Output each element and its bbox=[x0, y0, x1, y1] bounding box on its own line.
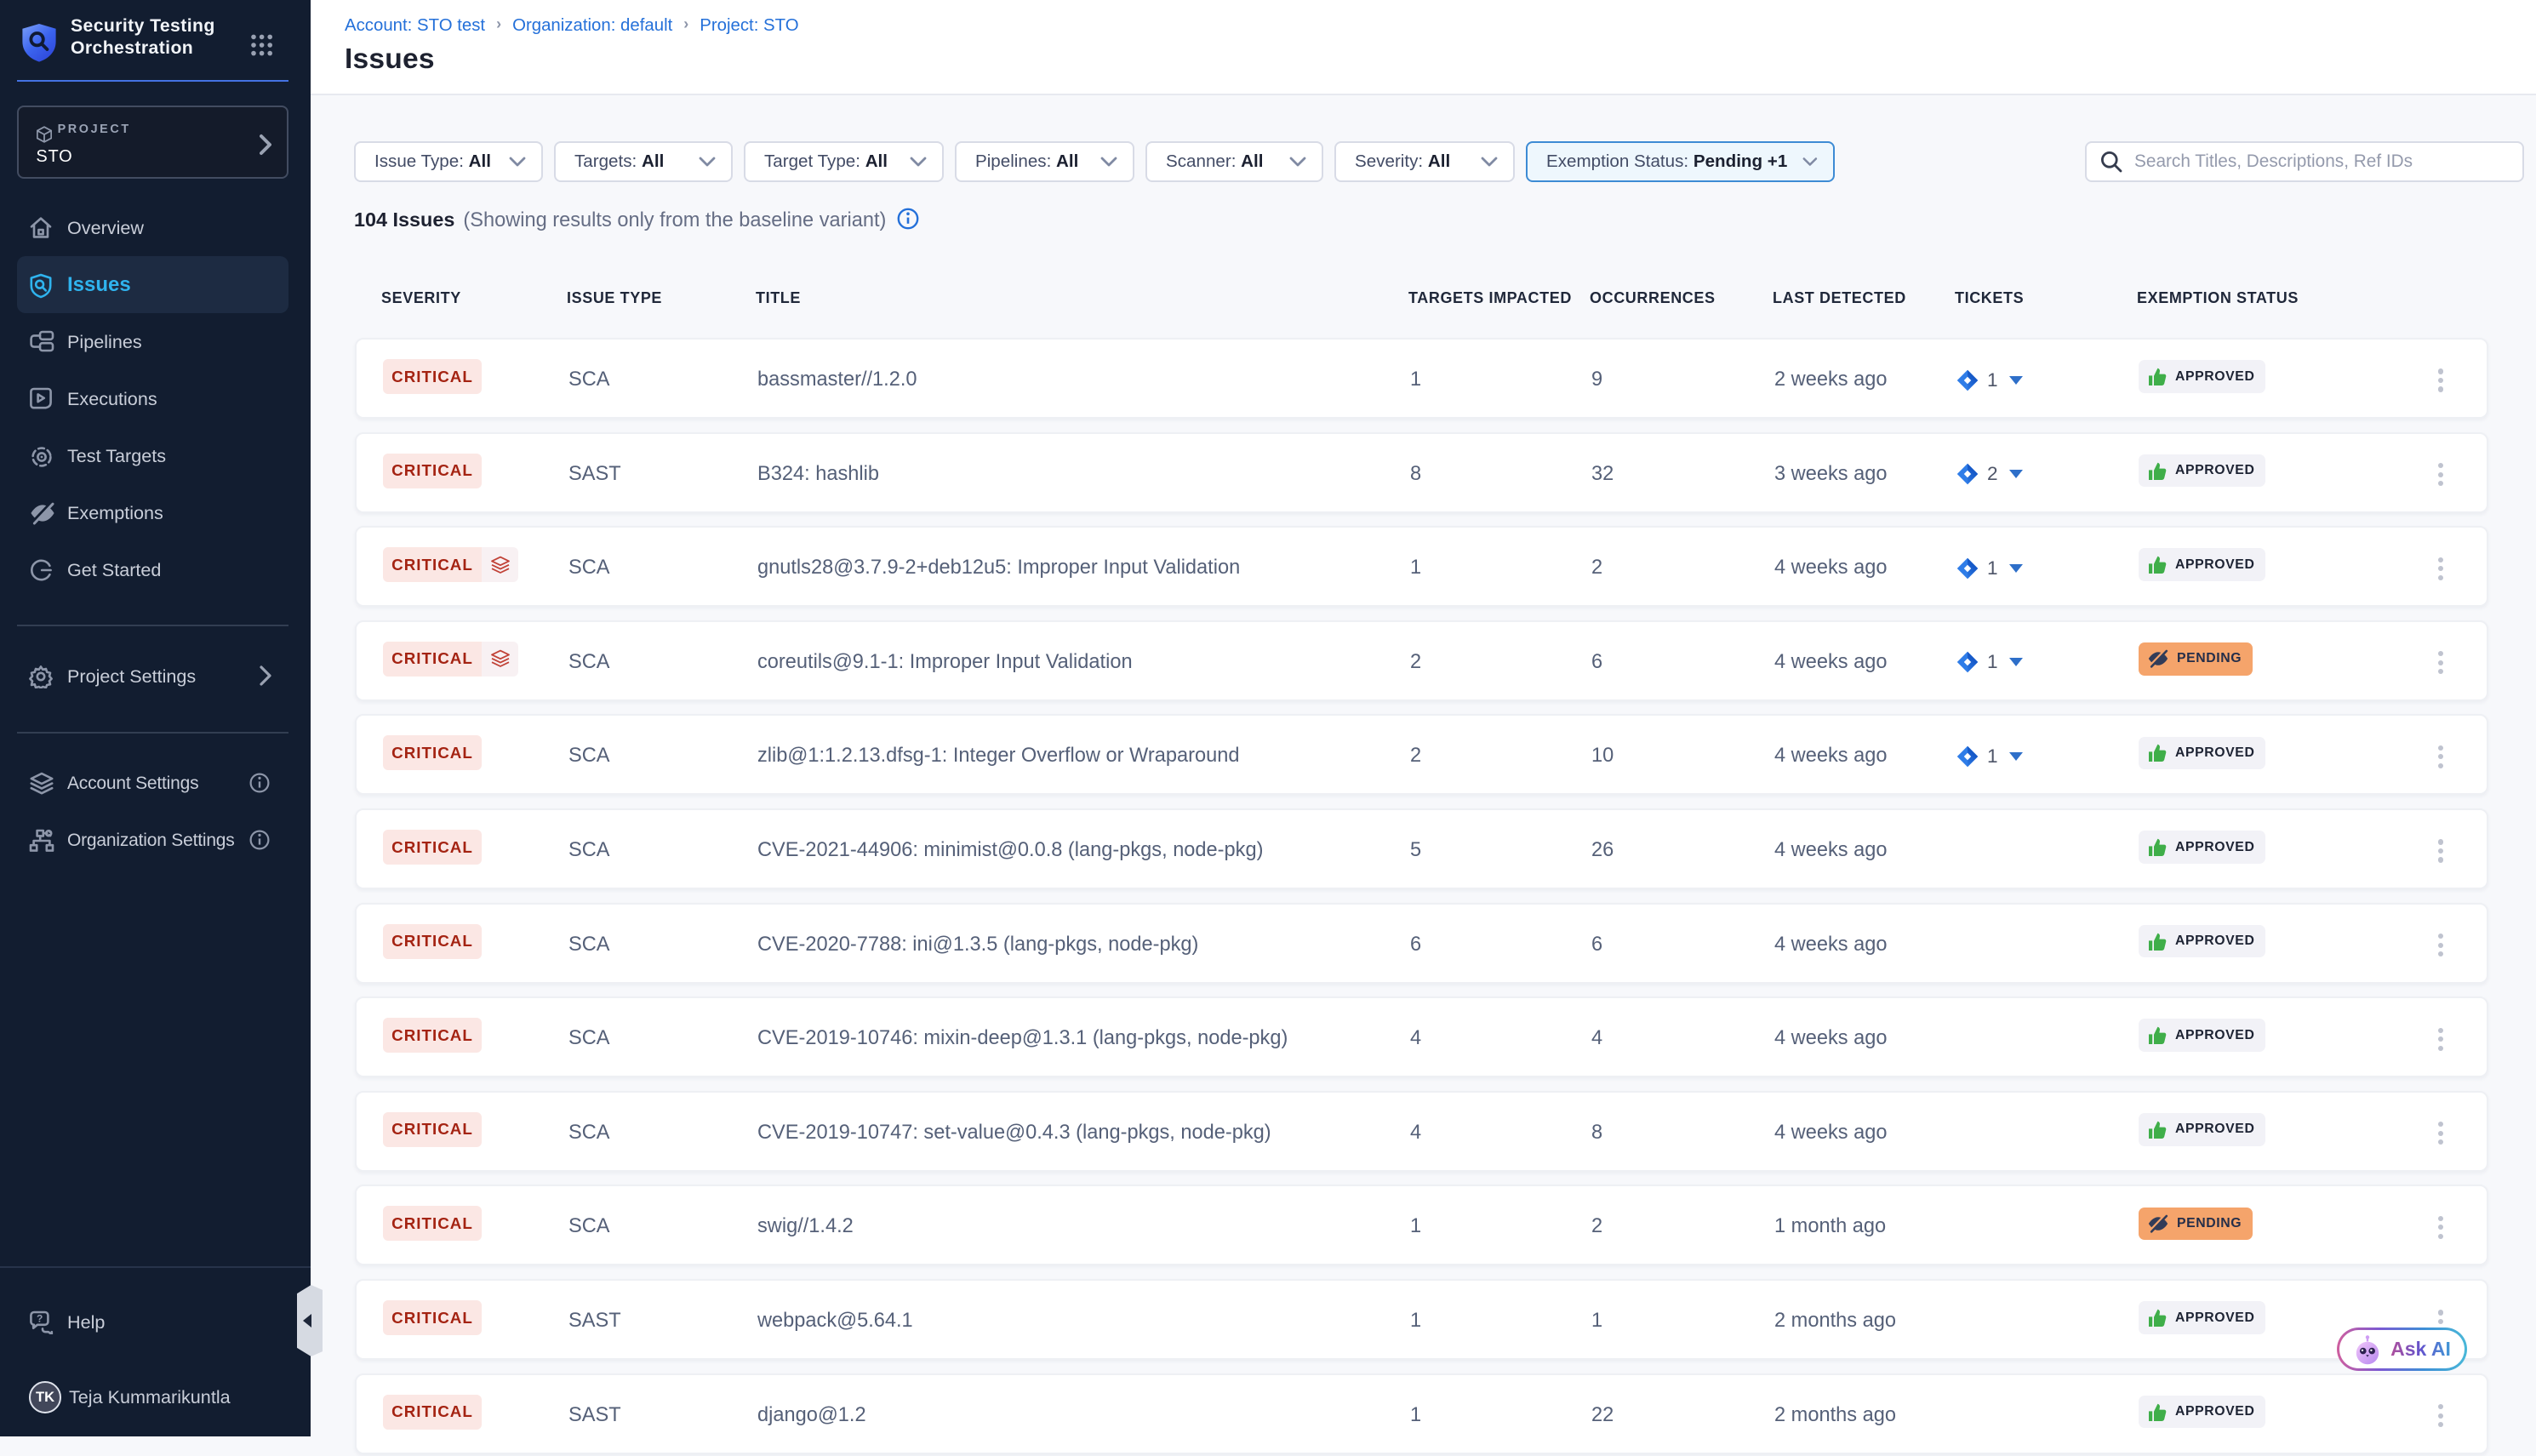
svg-text:?: ? bbox=[37, 1312, 43, 1324]
